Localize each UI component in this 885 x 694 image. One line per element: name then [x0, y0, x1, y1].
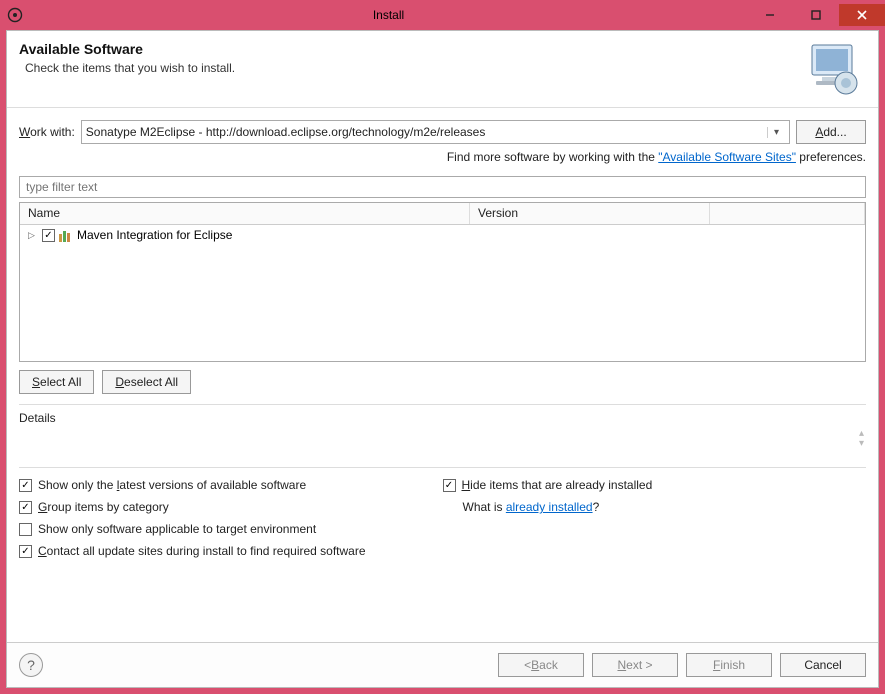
window-controls	[747, 4, 885, 26]
add-site-button[interactable]: Add...	[796, 120, 866, 144]
checkbox[interactable]	[19, 479, 32, 492]
software-list: Name Version ▷ Maven Integration for Ecl…	[19, 202, 866, 362]
available-sites-link[interactable]: "Available Software Sites"	[658, 150, 796, 164]
list-item[interactable]: ▷ Maven Integration for Eclipse	[20, 225, 865, 245]
close-button[interactable]	[839, 4, 885, 26]
chevron-down-icon: ▾	[767, 127, 785, 138]
content: Work with: Sonatype M2Eclipse - http://d…	[7, 108, 878, 642]
minimize-button[interactable]	[747, 4, 793, 26]
banner-subtitle: Check the items that you wish to install…	[25, 61, 802, 75]
column-version[interactable]: Version	[470, 203, 710, 224]
next-button[interactable]: Next >	[592, 653, 678, 677]
opt-show-applicable[interactable]: Show only software applicable to target …	[19, 522, 443, 536]
list-header: Name Version	[20, 203, 865, 225]
window-title: Install	[30, 8, 747, 22]
app-icon	[0, 7, 30, 23]
banner: Available Software Check the items that …	[7, 31, 878, 108]
scroll-indicator-icon[interactable]: ▴▾	[859, 429, 864, 449]
work-with-combo[interactable]: Sonatype M2Eclipse - http://download.ecl…	[81, 120, 790, 144]
checkbox[interactable]	[19, 501, 32, 514]
details-label: Details	[19, 411, 866, 425]
details-body: ▴▾	[19, 429, 866, 453]
install-dialog: Install Available Software Check the ite…	[0, 0, 885, 694]
opt-group-category[interactable]: Group items by category	[19, 500, 443, 514]
checkbox[interactable]	[443, 479, 456, 492]
column-name[interactable]: Name	[20, 203, 470, 224]
opt-show-latest[interactable]: Show only the latest versions of availab…	[19, 478, 443, 492]
install-wizard-icon	[802, 41, 866, 97]
expander-icon[interactable]: ▷	[28, 230, 38, 241]
checkbox[interactable]	[19, 545, 32, 558]
what-is-installed: What is already installed?	[443, 500, 867, 514]
opt-contact-sites[interactable]: Contact all update sites during install …	[19, 544, 443, 558]
item-label: Maven Integration for Eclipse	[77, 228, 232, 242]
selection-buttons: Select All Deselect All	[19, 370, 866, 394]
back-button[interactable]: < Back	[498, 653, 584, 677]
sites-hint: Find more software by working with the "…	[19, 150, 866, 164]
options-right: Hide items that are already installed Wh…	[443, 478, 867, 558]
help-icon[interactable]: ?	[19, 653, 43, 677]
work-with-row: Work with: Sonatype M2Eclipse - http://d…	[19, 120, 866, 144]
work-with-label: Work with:	[19, 125, 75, 139]
footer: ? < Back Next > Finish Cancel	[7, 642, 878, 687]
cancel-button[interactable]: Cancel	[780, 653, 866, 677]
opt-hide-installed[interactable]: Hide items that are already installed	[443, 478, 867, 492]
finish-button[interactable]: Finish	[686, 653, 772, 677]
banner-text: Available Software Check the items that …	[19, 41, 802, 75]
filter-input[interactable]	[19, 176, 866, 198]
list-body[interactable]: ▷ Maven Integration for Eclipse	[20, 225, 865, 361]
maximize-button[interactable]	[793, 4, 839, 26]
already-installed-link[interactable]: already installed	[506, 500, 593, 514]
work-with-value: Sonatype M2Eclipse - http://download.ecl…	[86, 125, 767, 139]
options: Show only the latest versions of availab…	[19, 467, 866, 558]
details-section: Details ▴▾	[19, 404, 866, 453]
banner-title: Available Software	[19, 41, 802, 57]
client-area: Available Software Check the items that …	[6, 30, 879, 688]
checkbox[interactable]	[19, 523, 32, 536]
select-all-button[interactable]: Select All	[19, 370, 94, 394]
column-extra	[710, 203, 865, 224]
wizard-buttons: < Back Next > Finish Cancel	[498, 653, 866, 677]
deselect-all-button[interactable]: Deselect All	[102, 370, 191, 394]
item-checkbox[interactable]	[42, 229, 55, 242]
titlebar: Install	[0, 0, 885, 30]
options-left: Show only the latest versions of availab…	[19, 478, 443, 558]
category-icon	[59, 228, 73, 242]
